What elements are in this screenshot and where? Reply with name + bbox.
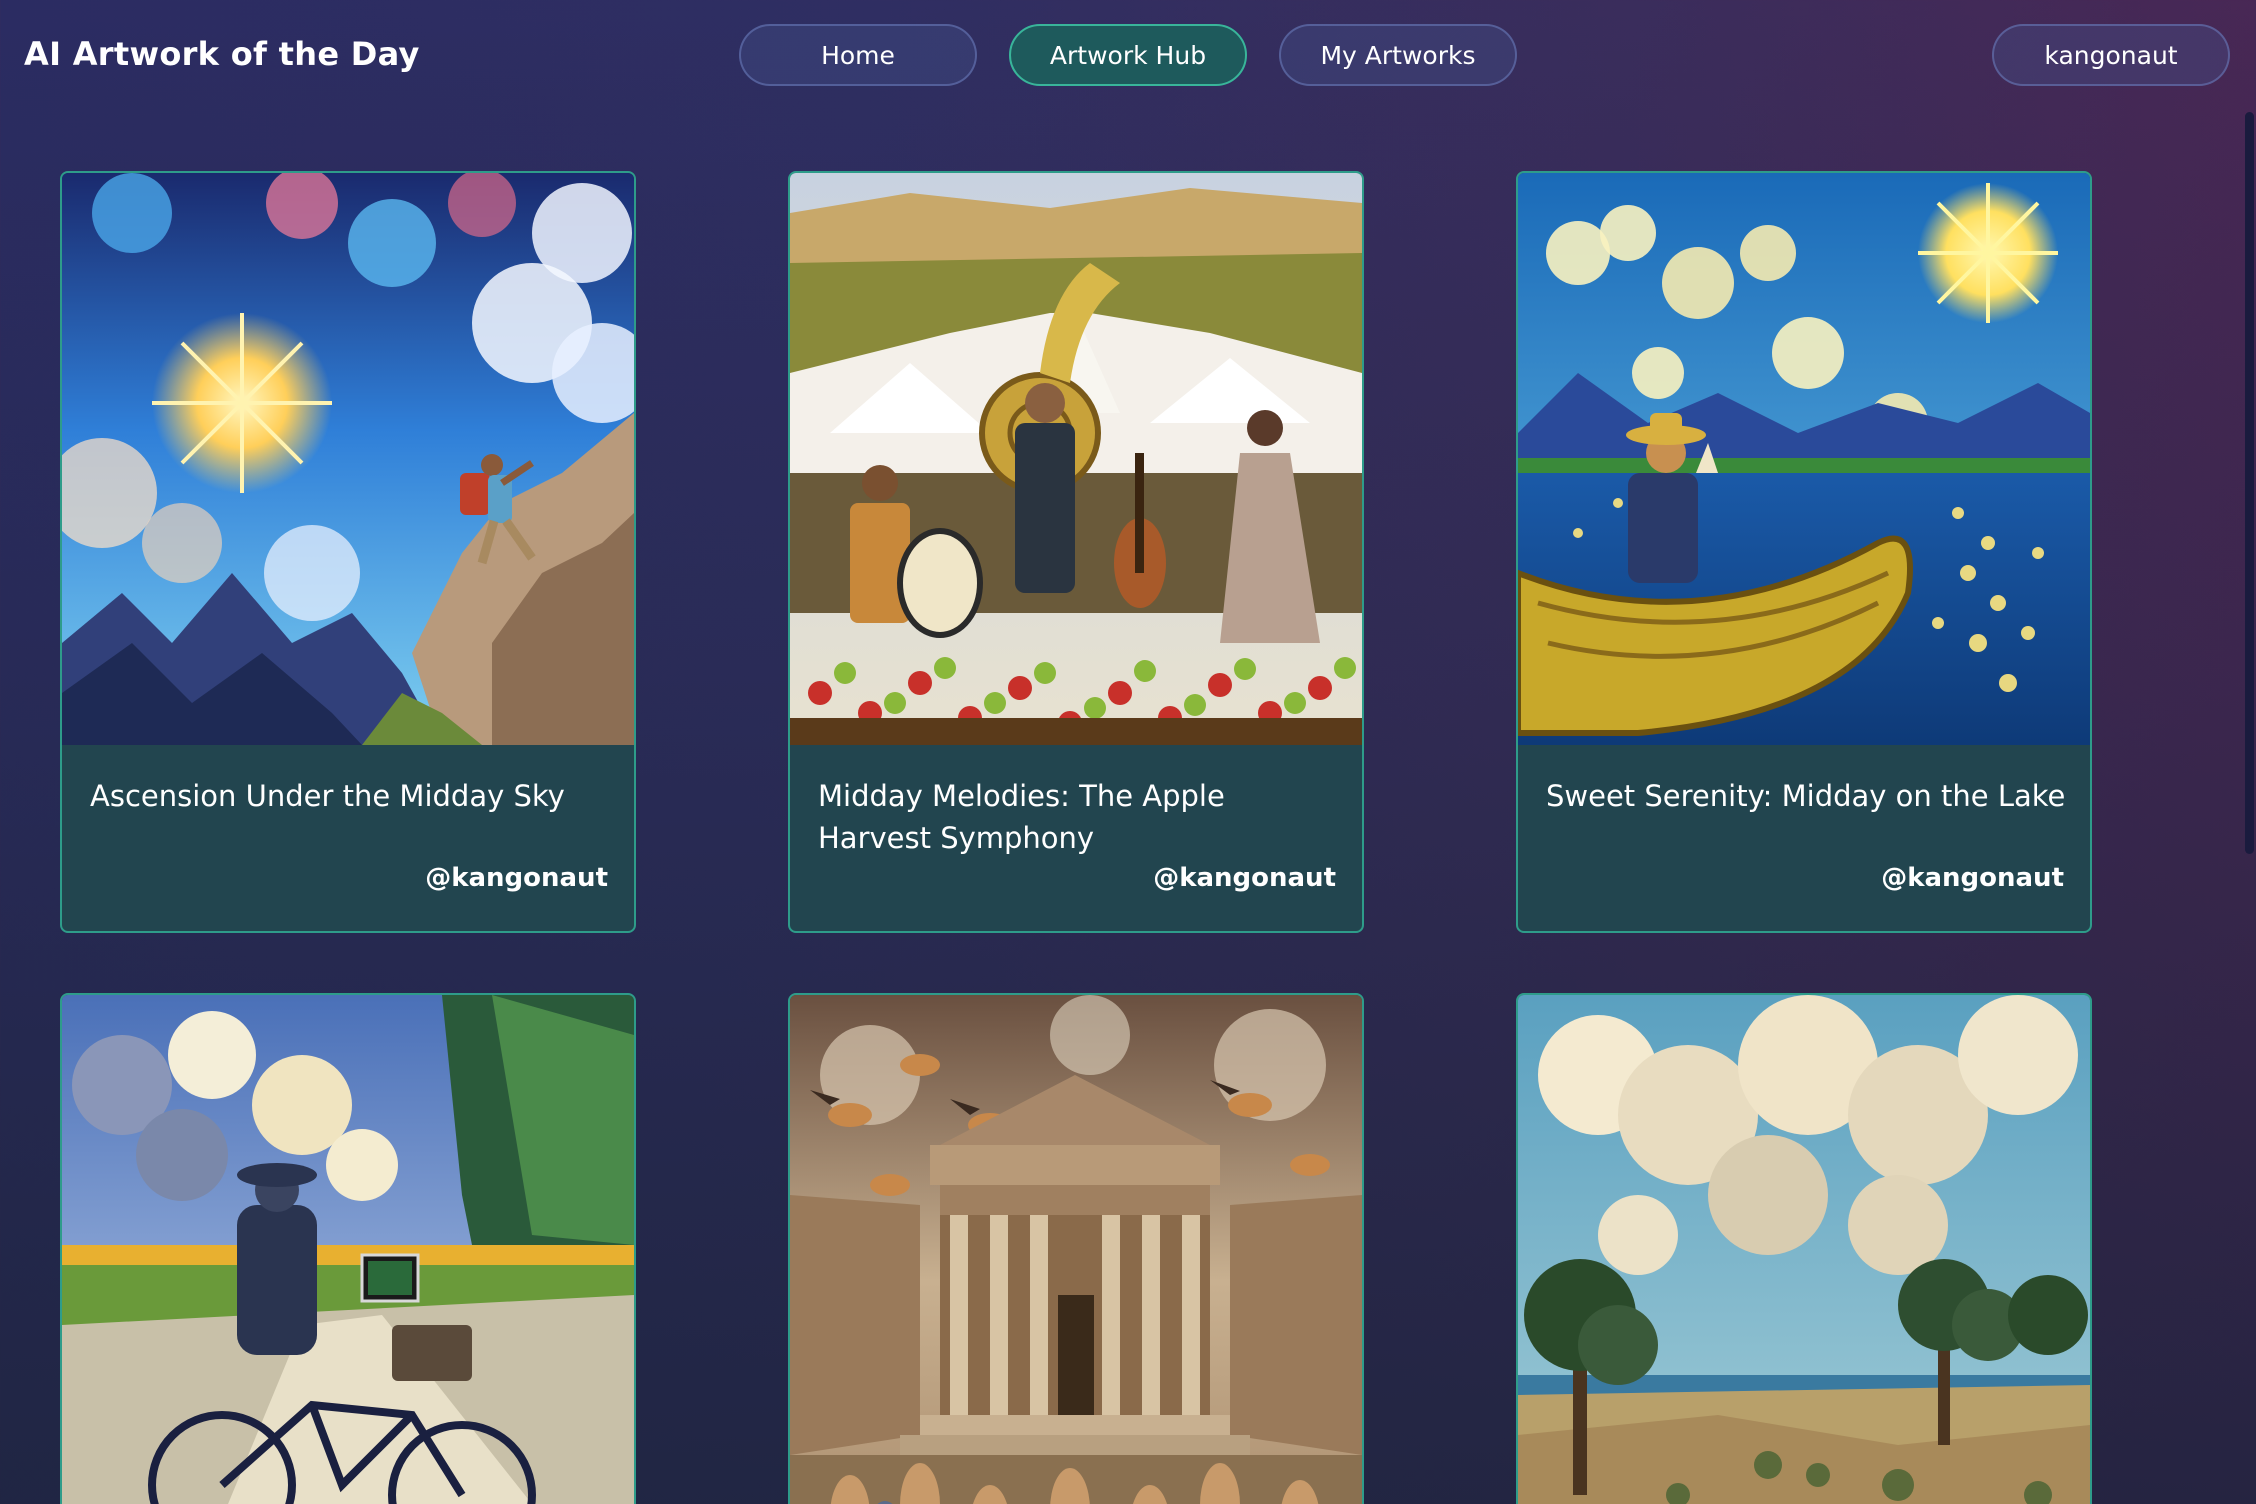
artwork-image-apple-harvest[interactable] xyxy=(790,173,1362,745)
artwork-image-climber[interactable] xyxy=(62,173,634,745)
artwork-title[interactable]: Ascension Under the Midday Sky xyxy=(90,775,610,817)
artwork-image-lake-boat[interactable] xyxy=(1518,173,2090,745)
artwork-card[interactable] xyxy=(60,993,636,1504)
artwork-card[interactable] xyxy=(1516,993,2092,1504)
artwork-card[interactable]: Midday Melodies: The Apple Harvest Symph… xyxy=(788,171,1364,933)
artwork-author[interactable]: @kangonaut xyxy=(1153,863,1336,893)
artwork-image-temple[interactable] xyxy=(790,995,1362,1504)
user-menu-button[interactable]: kangonaut xyxy=(1992,24,2230,86)
artwork-card[interactable] xyxy=(788,993,1364,1504)
artwork-title[interactable]: Sweet Serenity: Midday on the Lake xyxy=(1546,775,2066,817)
nav-my-artworks-button[interactable]: My Artworks xyxy=(1279,24,1517,86)
site-brand[interactable]: AI Artwork of the Day xyxy=(24,32,420,76)
nav-artwork-hub-button[interactable]: Artwork Hub xyxy=(1009,24,1247,86)
artwork-image-landscape[interactable] xyxy=(1518,995,2090,1504)
nav-home-button[interactable]: Home xyxy=(739,24,977,86)
artwork-author[interactable]: @kangonaut xyxy=(1881,863,2064,893)
artwork-card[interactable]: Sweet Serenity: Midday on the Lake @kang… xyxy=(1516,171,2092,933)
artwork-author[interactable]: @kangonaut xyxy=(425,863,608,893)
scrollbar-thumb[interactable] xyxy=(2245,112,2254,854)
artwork-card[interactable]: Ascension Under the Midday Sky @kangonau… xyxy=(60,171,636,933)
top-header: AI Artwork of the Day Home Artwork Hub M… xyxy=(0,0,2256,112)
artwork-image-cyclist[interactable] xyxy=(62,995,634,1504)
artwork-title[interactable]: Midday Melodies: The Apple Harvest Symph… xyxy=(818,775,1338,859)
